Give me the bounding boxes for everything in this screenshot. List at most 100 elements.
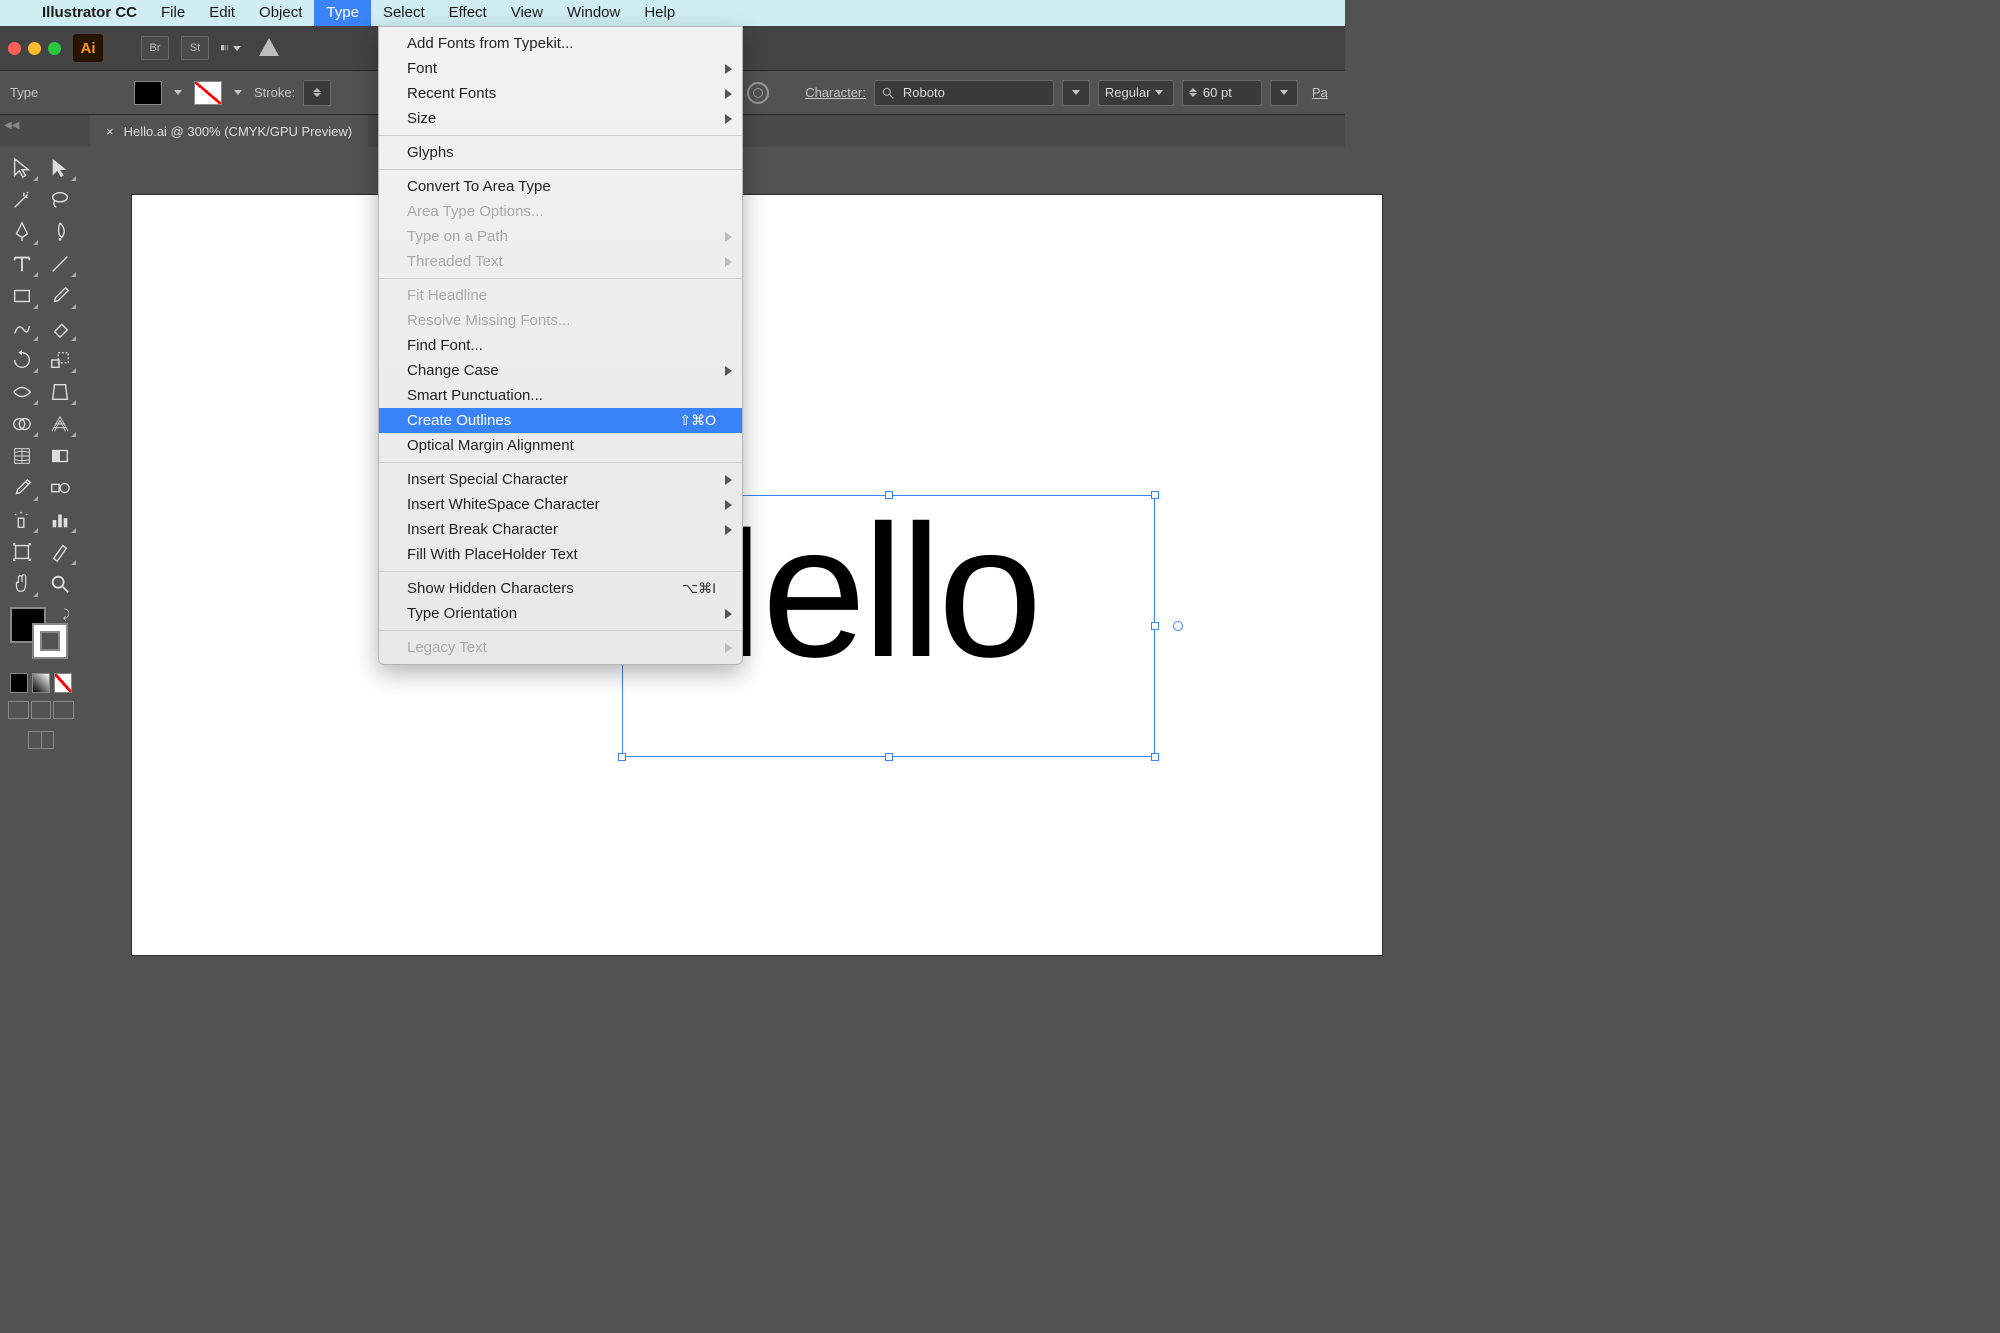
document-tab[interactable]: × Hello.ai @ 300% (CMYK/GPU Preview) [90, 115, 368, 147]
menu-item-find-font[interactable]: Find Font... [379, 333, 742, 358]
eyedropper-tool[interactable] [4, 473, 40, 503]
toolbox: ⤸ [0, 147, 82, 755]
font-size-field[interactable]: 60 pt [1182, 80, 1262, 106]
menu-item-label: Smart Punctuation... [407, 387, 543, 404]
text-port-handle[interactable] [1173, 621, 1183, 631]
gpu-preview-icon[interactable] [257, 38, 281, 58]
mesh-tool[interactable] [4, 441, 40, 471]
maximize-window-button[interactable] [48, 42, 61, 55]
menu-item-create-outlines[interactable]: Create Outlines⇧⌘O [379, 408, 742, 433]
paragraph-label-partial[interactable]: Pa [1312, 85, 1328, 100]
menu-item-label: Create Outlines [407, 412, 511, 429]
color-solid-button[interactable] [10, 673, 28, 693]
resize-handle-bm[interactable] [885, 753, 893, 761]
color-none-button[interactable] [54, 673, 72, 693]
shape-builder-tool[interactable] [4, 409, 40, 439]
font-family-dropdown[interactable] [1062, 80, 1090, 106]
menu-item-font[interactable]: Font [379, 56, 742, 81]
menu-item-show-hidden-characters[interactable]: Show Hidden Characters⌥⌘I [379, 576, 742, 601]
artboard-tool[interactable] [4, 537, 40, 567]
draw-inside-button[interactable] [53, 701, 74, 719]
screen-mode-button[interactable] [4, 723, 78, 749]
close-tab-icon[interactable]: × [106, 124, 114, 139]
symbol-sprayer-tool[interactable] [4, 505, 40, 535]
bridge-button[interactable]: Br [141, 36, 169, 60]
swap-fill-stroke-icon[interactable]: ⤸ [63, 607, 70, 622]
type-tool[interactable] [4, 249, 40, 279]
resize-handle-mr[interactable] [1151, 622, 1159, 630]
selection-tool[interactable] [4, 153, 40, 183]
menubar-object[interactable]: Object [247, 0, 314, 26]
color-gradient-button[interactable] [32, 673, 50, 693]
font-weight-field[interactable]: Regular [1098, 80, 1174, 106]
hand-tool[interactable] [4, 569, 40, 599]
menu-item-insert-break-character[interactable]: Insert Break Character [379, 517, 742, 542]
menu-item-optical-margin-alignment[interactable]: Optical Margin Alignment [379, 433, 742, 458]
draw-behind-button[interactable] [31, 701, 52, 719]
menubar-file[interactable]: File [149, 0, 197, 26]
menu-item-type-orientation[interactable]: Type Orientation [379, 601, 742, 626]
width-tool[interactable] [4, 377, 40, 407]
blend-tool[interactable] [42, 473, 78, 503]
perspective-grid-tool[interactable] [42, 409, 78, 439]
magic-wand-tool[interactable] [4, 185, 40, 215]
resize-handle-tm[interactable] [885, 491, 893, 499]
stroke-weight-field[interactable] [303, 80, 331, 106]
font-family-field[interactable]: Roboto [874, 80, 1054, 106]
menubar-select[interactable]: Select [371, 0, 437, 26]
resize-handle-bl[interactable] [618, 753, 626, 761]
color-wheel-icon[interactable] [747, 82, 769, 104]
fill-swatch[interactable] [134, 81, 162, 105]
menubar-window[interactable]: Window [555, 0, 632, 26]
rotate-tool[interactable] [4, 345, 40, 375]
resize-handle-br[interactable] [1151, 753, 1159, 761]
slice-tool[interactable] [42, 537, 78, 567]
menubar-view[interactable]: View [499, 0, 555, 26]
shaper-tool[interactable] [4, 313, 40, 343]
scale-tool[interactable] [42, 345, 78, 375]
chevron-down-icon[interactable] [234, 90, 242, 95]
direct-selection-tool[interactable] [42, 153, 78, 183]
menubar-edit[interactable]: Edit [197, 0, 247, 26]
column-graph-tool[interactable] [42, 505, 78, 535]
menu-item-add-fonts-from-typekit[interactable]: Add Fonts from Typekit... [379, 31, 742, 56]
resize-handle-tr[interactable] [1151, 491, 1159, 499]
lasso-tool[interactable] [42, 185, 78, 215]
rectangle-tool[interactable] [4, 281, 40, 311]
menu-item-insert-special-character[interactable]: Insert Special Character [379, 467, 742, 492]
stroke-color-box[interactable] [32, 623, 68, 659]
menu-item-size[interactable]: Size [379, 106, 742, 131]
minimize-window-button[interactable] [28, 42, 41, 55]
draw-normal-button[interactable] [8, 701, 29, 719]
expand-panel-icon[interactable]: ◀◀ [4, 120, 19, 131]
free-transform-tool[interactable] [42, 377, 78, 407]
menubar-app[interactable]: Illustrator CC [30, 0, 149, 26]
line-tool[interactable] [42, 249, 78, 279]
window-controls [8, 42, 61, 55]
gradient-tool[interactable] [42, 441, 78, 471]
close-window-button[interactable] [8, 42, 21, 55]
stroke-swatch[interactable] [194, 81, 222, 105]
paintbrush-tool[interactable] [42, 281, 78, 311]
menubar-help[interactable]: Help [632, 0, 687, 26]
stock-button[interactable]: St [181, 36, 209, 60]
chevron-down-icon[interactable] [174, 90, 182, 95]
menu-item-recent-fonts[interactable]: Recent Fonts [379, 81, 742, 106]
pen-tool[interactable] [4, 217, 40, 247]
menubar-effect[interactable]: Effect [437, 0, 499, 26]
menubar-type[interactable]: Type [314, 0, 371, 26]
arrange-documents-icon[interactable] [221, 38, 245, 58]
menu-item-glyphs[interactable]: Glyphs [379, 140, 742, 165]
font-size-dropdown[interactable] [1270, 80, 1298, 106]
menu-item-fill-with-placeholder-text[interactable]: Fill With PlaceHolder Text [379, 542, 742, 567]
zoom-tool[interactable] [42, 569, 78, 599]
fill-stroke-control[interactable]: ⤸ [4, 607, 78, 667]
menu-item-change-case[interactable]: Change Case [379, 358, 742, 383]
menu-item-convert-to-area-type[interactable]: Convert To Area Type [379, 174, 742, 199]
curvature-tool[interactable] [42, 217, 78, 247]
eraser-tool[interactable] [42, 313, 78, 343]
character-label[interactable]: Character: [805, 85, 866, 100]
menu-item-smart-punctuation[interactable]: Smart Punctuation... [379, 383, 742, 408]
menu-item-insert-whitespace-character[interactable]: Insert WhiteSpace Character [379, 492, 742, 517]
menu-item-label: Legacy Text [407, 639, 487, 656]
